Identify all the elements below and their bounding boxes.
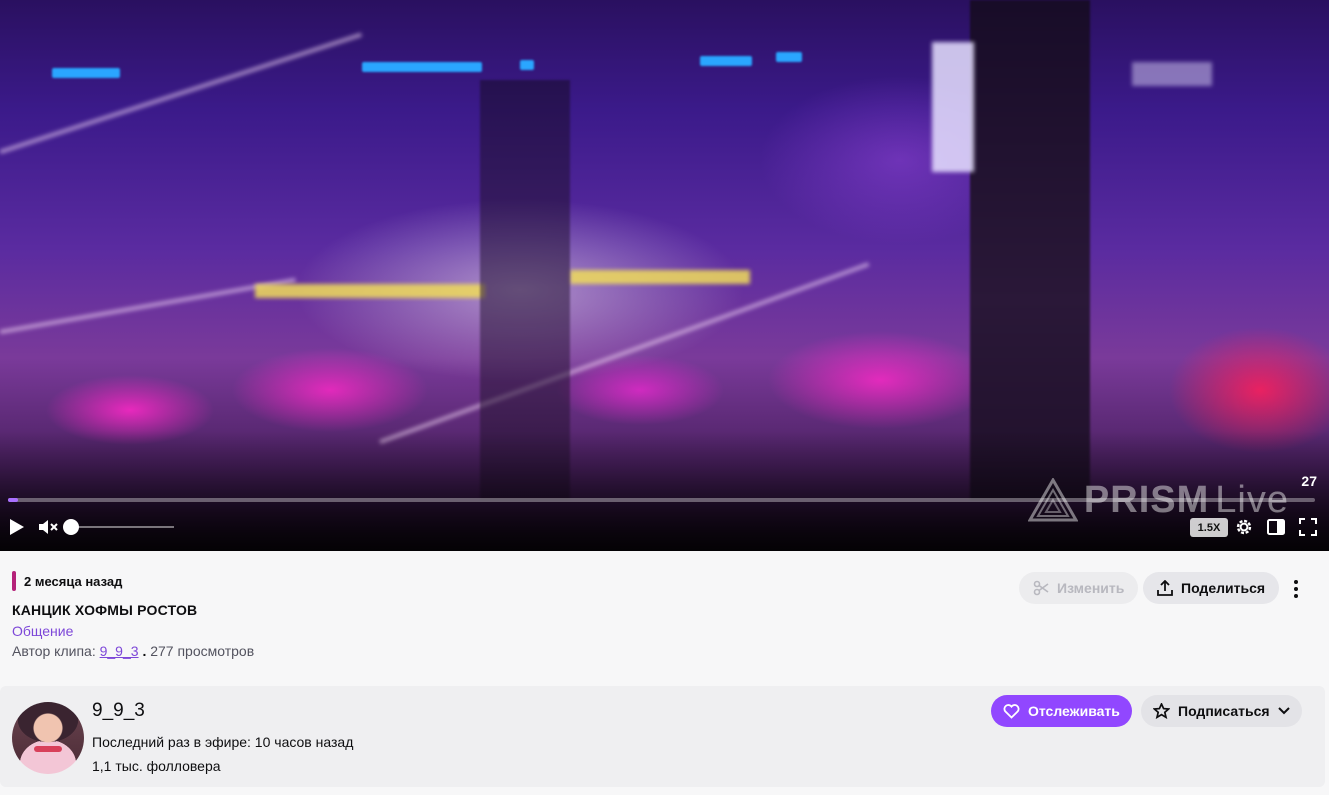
volume-slider-handle[interactable]	[63, 519, 79, 535]
channel-name[interactable]: 9_9_3	[92, 700, 145, 722]
subscribe-button[interactable]: Подписаться	[1141, 695, 1302, 727]
more-dots-icon	[1294, 580, 1298, 584]
seek-bar[interactable]	[8, 498, 1315, 502]
star-icon	[1153, 703, 1170, 719]
follower-count: 1,1 тыс. фолловера	[92, 758, 221, 774]
more-dots-icon-dot	[1294, 587, 1298, 591]
accent-bar	[12, 571, 16, 591]
stage-light	[700, 56, 752, 66]
play-icon	[10, 519, 24, 535]
avatar-detail	[34, 746, 62, 752]
stage-screen	[1132, 62, 1212, 86]
share-button[interactable]: Поделиться	[1143, 572, 1280, 604]
play-button[interactable]	[6, 516, 28, 538]
stage-banner	[570, 270, 750, 284]
follow-label: Отслеживать	[1028, 703, 1120, 719]
seek-bar-progress	[8, 498, 19, 502]
stage-light	[776, 52, 802, 62]
edit-clip-label: Изменить	[1057, 580, 1125, 596]
stage-light	[362, 62, 482, 72]
heart-icon	[1003, 703, 1020, 719]
channel-card: 9_9_3 Последний раз в эфире: 10 часов на…	[0, 686, 1325, 787]
clip-meta: Автор клипа: 9_9_3 . 277 просмотров	[12, 643, 254, 659]
time-display: 27	[1301, 473, 1317, 489]
share-label: Поделиться	[1181, 580, 1266, 596]
stage-banner	[255, 284, 485, 298]
fullscreen-button[interactable]	[1297, 516, 1319, 538]
edit-clip-button[interactable]: Изменить	[1019, 572, 1139, 604]
follow-button[interactable]: Отслеживать	[991, 695, 1132, 727]
stage-light	[52, 68, 120, 78]
clip-category-link[interactable]: Общение	[12, 623, 73, 639]
clip-author-link[interactable]: 9_9_3	[100, 643, 139, 659]
fullscreen-icon	[1299, 518, 1317, 536]
share-upload-icon	[1157, 580, 1173, 596]
playback-speed-badge[interactable]: 1.5X	[1190, 518, 1228, 537]
view-count: 277 просмотров	[150, 643, 255, 659]
avatar[interactable]	[12, 702, 84, 774]
theatre-mode-button[interactable]	[1265, 516, 1287, 538]
meta-separator: .	[142, 643, 147, 659]
settings-button[interactable]	[1233, 516, 1255, 538]
light-beam	[0, 277, 296, 334]
volume-slider[interactable]	[70, 526, 174, 528]
clip-info: 2 месяца назад КАНЦИК ХОФМЫ РОСТОВ Общен…	[0, 551, 1329, 686]
clip-date-row: 2 месяца назад	[12, 571, 122, 591]
last-live-text: Последний раз в эфире: 10 часов назад	[92, 734, 354, 750]
subscribe-label: Подписаться	[1178, 703, 1270, 719]
muted-speaker-icon	[39, 520, 58, 534]
scissors-icon	[1033, 580, 1049, 596]
author-prefix: Автор клипа:	[12, 643, 96, 659]
stage-light	[520, 60, 534, 70]
video-player[interactable]: PRISM Live 27 1.5X	[0, 0, 1329, 551]
clip-title: КАНЦИК ХОФМЫ РОСТОВ	[12, 602, 198, 618]
theatre-mode-icon	[1267, 519, 1285, 535]
more-dots-icon-dot	[1294, 594, 1298, 598]
stage-screen	[932, 42, 974, 172]
light-beam	[0, 32, 363, 154]
settings-gear-icon	[1236, 519, 1252, 535]
stage-pillar	[970, 0, 1090, 500]
clip-date: 2 месяца назад	[24, 573, 123, 589]
chevron-down-icon	[1277, 707, 1290, 715]
mute-button[interactable]	[37, 516, 59, 538]
more-options-button[interactable]	[1284, 577, 1308, 601]
